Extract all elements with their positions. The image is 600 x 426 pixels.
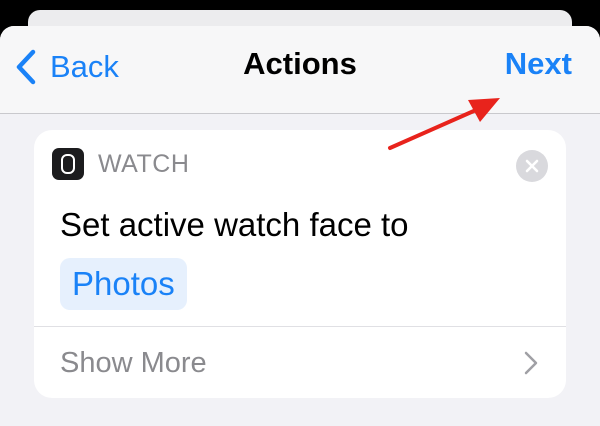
navigation-bar: Back Actions Next <box>0 26 600 114</box>
chevron-right-icon <box>524 351 538 375</box>
action-card: WATCH Set active watch face to Photos Sh… <box>34 130 566 398</box>
close-icon <box>525 159 539 173</box>
watch-icon <box>52 148 84 180</box>
app-name-label: WATCH <box>98 149 190 178</box>
show-more-row[interactable]: Show More <box>34 327 566 398</box>
next-button[interactable]: Next <box>505 46 572 82</box>
shortcut-sheet: Back Actions Next WATCH Set active watch… <box>0 26 600 426</box>
action-description: Set active watch face to <box>60 206 409 243</box>
watch-face-parameter[interactable]: Photos <box>60 258 187 310</box>
action-card-header: WATCH <box>52 148 189 180</box>
remove-action-button[interactable] <box>516 150 548 182</box>
show-more-label: Show More <box>60 347 207 379</box>
